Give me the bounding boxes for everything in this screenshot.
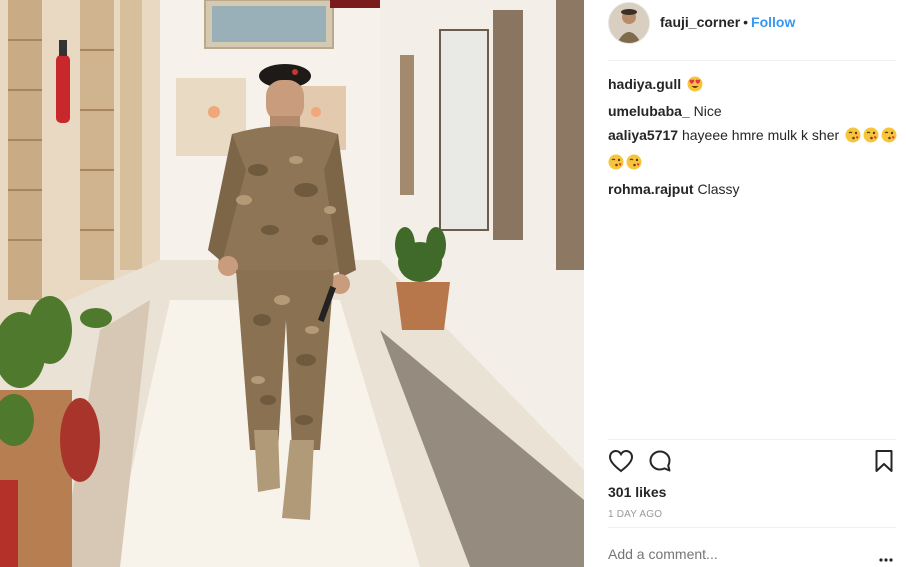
kiss-emoji-icon xyxy=(608,153,624,177)
separator-dot: • xyxy=(743,14,749,30)
bookmark-icon[interactable] xyxy=(874,449,894,478)
comment-item: rohma.rajput Classy xyxy=(608,177,898,201)
comment-icon[interactable] xyxy=(648,449,672,478)
heart-eyes-emoji-icon xyxy=(687,75,703,99)
actions-divider xyxy=(608,439,896,440)
post-side-panel: fauji_corner • Follow hadiya.gull umelubab… xyxy=(584,0,906,567)
post-header: fauji_corner • Follow xyxy=(584,0,906,60)
comment-divider xyxy=(608,527,896,528)
comment-username[interactable]: aaliya5717 xyxy=(608,127,678,143)
action-bar xyxy=(608,449,898,477)
username-link[interactable]: fauji_corner xyxy=(660,14,740,30)
avatar[interactable] xyxy=(608,2,650,44)
kiss-emoji-icon xyxy=(863,126,879,150)
post-photo[interactable] xyxy=(0,0,584,567)
follow-button[interactable]: Follow xyxy=(751,14,795,30)
add-comment-input[interactable] xyxy=(608,546,868,562)
comment-item: umelubaba_ Nice xyxy=(608,99,898,123)
timestamp[interactable]: 1 DAY AGO xyxy=(608,509,662,520)
kiss-emoji-icon xyxy=(626,153,642,177)
comment-item: hadiya.gull xyxy=(608,72,898,99)
comment-item: aaliya5717 hayeee hmre mulk k sher xyxy=(608,123,898,177)
comment-text: Classy xyxy=(697,181,740,197)
comment-username[interactable]: rohma.rajput xyxy=(608,181,694,197)
comment-username[interactable]: umelubaba_ xyxy=(608,103,690,119)
header-divider xyxy=(608,60,896,61)
comment-text: Nice xyxy=(693,103,722,119)
kiss-emoji-icon xyxy=(845,126,861,150)
soldier-in-corridor-image xyxy=(0,0,584,567)
comment-username[interactable]: hadiya.gull xyxy=(608,76,681,92)
likes-count[interactable]: 301 likes xyxy=(608,484,666,500)
kiss-emoji-icon xyxy=(881,126,897,150)
comment-list: hadiya.gull umelubaba_ Nice aaliya5717 h… xyxy=(608,72,898,201)
heart-icon[interactable] xyxy=(608,449,634,478)
comment-text: hayeee hmre mulk k sher xyxy=(681,127,840,143)
more-options-icon[interactable] xyxy=(879,549,893,567)
